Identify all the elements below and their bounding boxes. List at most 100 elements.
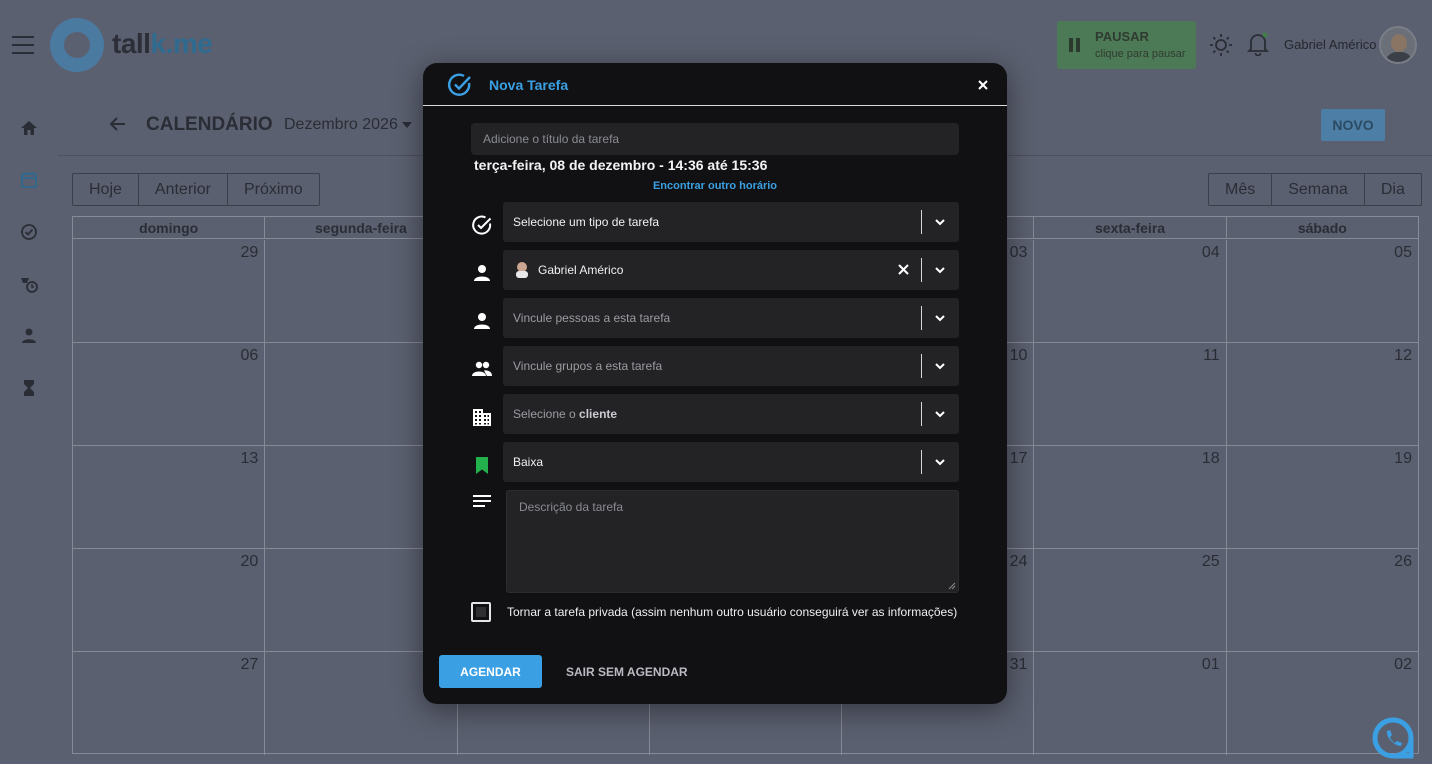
- pause-button[interactable]: PAUSAR clique para pausar: [1057, 21, 1196, 69]
- task-type-select[interactable]: Selecione um tipo de tarefa: [503, 202, 959, 242]
- modal-title: Nova Tarefa: [489, 77, 569, 93]
- chevron-down-icon[interactable]: [934, 456, 946, 468]
- day-cell[interactable]: 20: [73, 549, 266, 651]
- day-number: 13: [240, 450, 259, 467]
- day-cell[interactable]: 19: [1227, 446, 1418, 548]
- responsible-select[interactable]: Gabriel Américo: [503, 250, 959, 290]
- chevron-down-icon[interactable]: [934, 312, 946, 324]
- clear-icon[interactable]: [898, 264, 909, 275]
- week-view-button[interactable]: Semana: [1272, 174, 1365, 205]
- date-navigation: Hoje Anterior Próximo: [72, 173, 320, 206]
- today-button[interactable]: Hoje: [73, 174, 139, 205]
- divider: [921, 258, 922, 282]
- chevron-down-icon[interactable]: [934, 360, 946, 372]
- task-title-input[interactable]: [471, 123, 959, 155]
- day-cell[interactable]: 29: [73, 240, 266, 342]
- priority-select[interactable]: Baixa: [503, 442, 959, 482]
- people-placeholder: Vincule pessoas a esta tarefa: [513, 311, 671, 325]
- hourglass-icon[interactable]: [19, 378, 39, 398]
- day-number: 12: [1394, 347, 1412, 364]
- find-other-time-link[interactable]: Encontrar outro horário: [423, 180, 1007, 192]
- responsible-value: Gabriel Américo: [538, 263, 624, 277]
- app-logo[interactable]: tallk.me: [50, 18, 230, 74]
- people-select[interactable]: Vincule pessoas a esta tarefa: [503, 298, 959, 338]
- private-task-label[interactable]: Tornar a tarefa privada (assim nenhum ou…: [507, 605, 957, 619]
- chevron-down-icon: [401, 121, 412, 128]
- pause-subtitle: clique para pausar: [1095, 48, 1186, 60]
- day-cell[interactable]: 25: [1034, 549, 1227, 651]
- day-cell[interactable]: 27: [73, 652, 266, 755]
- day-number: 11: [1203, 347, 1220, 364]
- scheduled-calls-icon[interactable]: [19, 274, 39, 294]
- user-avatar-icon: [516, 262, 528, 278]
- divider: [921, 402, 922, 426]
- weekday-label: sábado: [1297, 220, 1347, 236]
- chevron-down-icon[interactable]: [934, 408, 946, 420]
- day-view-button[interactable]: Dia: [1365, 174, 1421, 205]
- user-avatar[interactable]: [1379, 26, 1417, 64]
- client-placeholder: Selecione o cliente: [513, 407, 618, 421]
- day-cell[interactable]: 11: [1034, 343, 1227, 445]
- notifications-bell-icon[interactable]: [1247, 32, 1269, 56]
- day-cell[interactable]: 18: [1034, 446, 1227, 548]
- calendar-icon[interactable]: [19, 170, 39, 190]
- person-icon: [474, 265, 490, 281]
- month-view-button[interactable]: Mês: [1209, 174, 1273, 205]
- contacts-person-icon[interactable]: [19, 326, 39, 346]
- day-cell[interactable]: 06: [73, 343, 266, 445]
- exit-without-scheduling-button[interactable]: SAIR SEM AGENDAR: [566, 665, 688, 679]
- logo-mark: [50, 18, 104, 72]
- chat-support-icon[interactable]: [1371, 716, 1415, 760]
- menu-icon[interactable]: [12, 36, 34, 54]
- day-number: 26: [1394, 553, 1412, 570]
- day-number: 18: [1201, 450, 1220, 467]
- client-select[interactable]: Selecione o cliente: [503, 394, 959, 434]
- description-textarea[interactable]: Descrição da tarefa: [506, 490, 959, 593]
- home-icon[interactable]: [19, 118, 39, 138]
- day-number: 20: [240, 553, 259, 570]
- day-number: 02: [1394, 656, 1412, 673]
- group-icon: [472, 361, 492, 376]
- day-number: 04: [1201, 244, 1220, 261]
- previous-button[interactable]: Anterior: [139, 174, 228, 205]
- day-cell[interactable]: 26: [1227, 549, 1418, 651]
- priority-value: Baixa: [513, 455, 544, 469]
- private-task-checkbox[interactable]: [471, 602, 491, 622]
- modal-header: Nova Tarefa: [423, 63, 1007, 106]
- back-arrow-icon[interactable]: [108, 114, 128, 134]
- day-cell[interactable]: 13: [73, 446, 266, 548]
- next-button[interactable]: Próximo: [228, 174, 319, 205]
- day-cell[interactable]: 04: [1034, 240, 1227, 342]
- logo-text: tallk.me: [112, 28, 213, 59]
- description-placeholder: Descrição da tarefa: [519, 500, 624, 514]
- task-type-value: Selecione um tipo de tarefa: [513, 215, 660, 229]
- chevron-down-icon[interactable]: [934, 264, 946, 276]
- task-datetime: terça-feira, 08 de dezembro - 14:36 até …: [474, 157, 768, 173]
- page-title: CALENDÁRIO: [146, 114, 273, 135]
- groups-placeholder: Vincule grupos a esta tarefa: [513, 359, 663, 373]
- building-icon: [473, 409, 491, 426]
- schedule-button[interactable]: AGENDAR: [439, 655, 542, 688]
- day-cell[interactable]: 05: [1227, 240, 1418, 342]
- divider: [921, 210, 922, 234]
- divider: [921, 354, 922, 378]
- groups-select[interactable]: Vincule grupos a esta tarefa: [503, 346, 959, 386]
- day-number: 25: [1201, 553, 1220, 570]
- tasks-check-icon[interactable]: [19, 222, 39, 242]
- person-icon: [474, 313, 490, 329]
- chevron-down-icon[interactable]: [934, 216, 946, 228]
- day-number: 01: [1201, 656, 1220, 673]
- new-task-button[interactable]: NOVO: [1321, 109, 1385, 141]
- weekday-label: sexta-feira: [1034, 217, 1227, 238]
- month-selector[interactable]: Dezembro 2026: [284, 116, 412, 134]
- close-icon[interactable]: [975, 77, 991, 93]
- user-name[interactable]: Gabriel Américo: [1284, 37, 1376, 52]
- day-number: 05: [1394, 244, 1412, 261]
- new-task-modal: Nova Tarefa terça-feira, 08 de dezembro …: [423, 63, 1007, 704]
- theme-toggle-icon[interactable]: [1209, 33, 1233, 57]
- bookmark-icon: [476, 457, 488, 474]
- divider: [921, 450, 922, 474]
- day-cell[interactable]: 12: [1227, 343, 1418, 445]
- resize-grip-icon[interactable]: [948, 582, 956, 590]
- day-cell[interactable]: 01: [1034, 652, 1227, 755]
